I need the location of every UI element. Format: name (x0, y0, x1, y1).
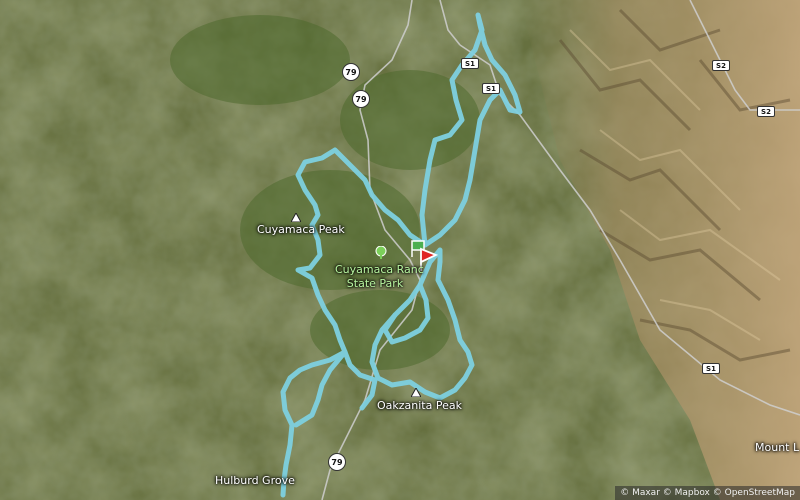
place-cuyamaca-peak: Cuyamaca Peak (257, 223, 345, 236)
route-79-shield: 79 (352, 90, 370, 108)
tree-icon (375, 244, 387, 263)
route-s1-shield: S1 (461, 58, 479, 69)
map-attribution[interactable]: © Maxar © Mapbox © OpenStreetMap (615, 486, 800, 500)
route-s2-shield: S2 (712, 60, 730, 71)
place-cuyamaca-state-park: Cuyamaca Ranc State Park (335, 263, 424, 291)
route-79-shield: 79 (328, 453, 346, 471)
route-79-shield: 79 (342, 63, 360, 81)
park-label-line2: State Park (346, 277, 404, 290)
place-mount: Mount L (755, 441, 800, 454)
park-label-line1: Cuyamaca Ranc (335, 263, 424, 276)
place-hulburd-grove: Hulburd Grove (215, 474, 295, 487)
route-s1-shield: S1 (482, 83, 500, 94)
map-view[interactable]: Cuyamaca Peak Cuyamaca Ranc State Park O… (0, 0, 800, 500)
satellite-basemap (0, 0, 800, 500)
route-s1-shield: S1 (702, 363, 720, 374)
place-oakzanita-peak: Oakzanita Peak (377, 399, 462, 412)
route-s2-shield: S2 (757, 106, 775, 117)
